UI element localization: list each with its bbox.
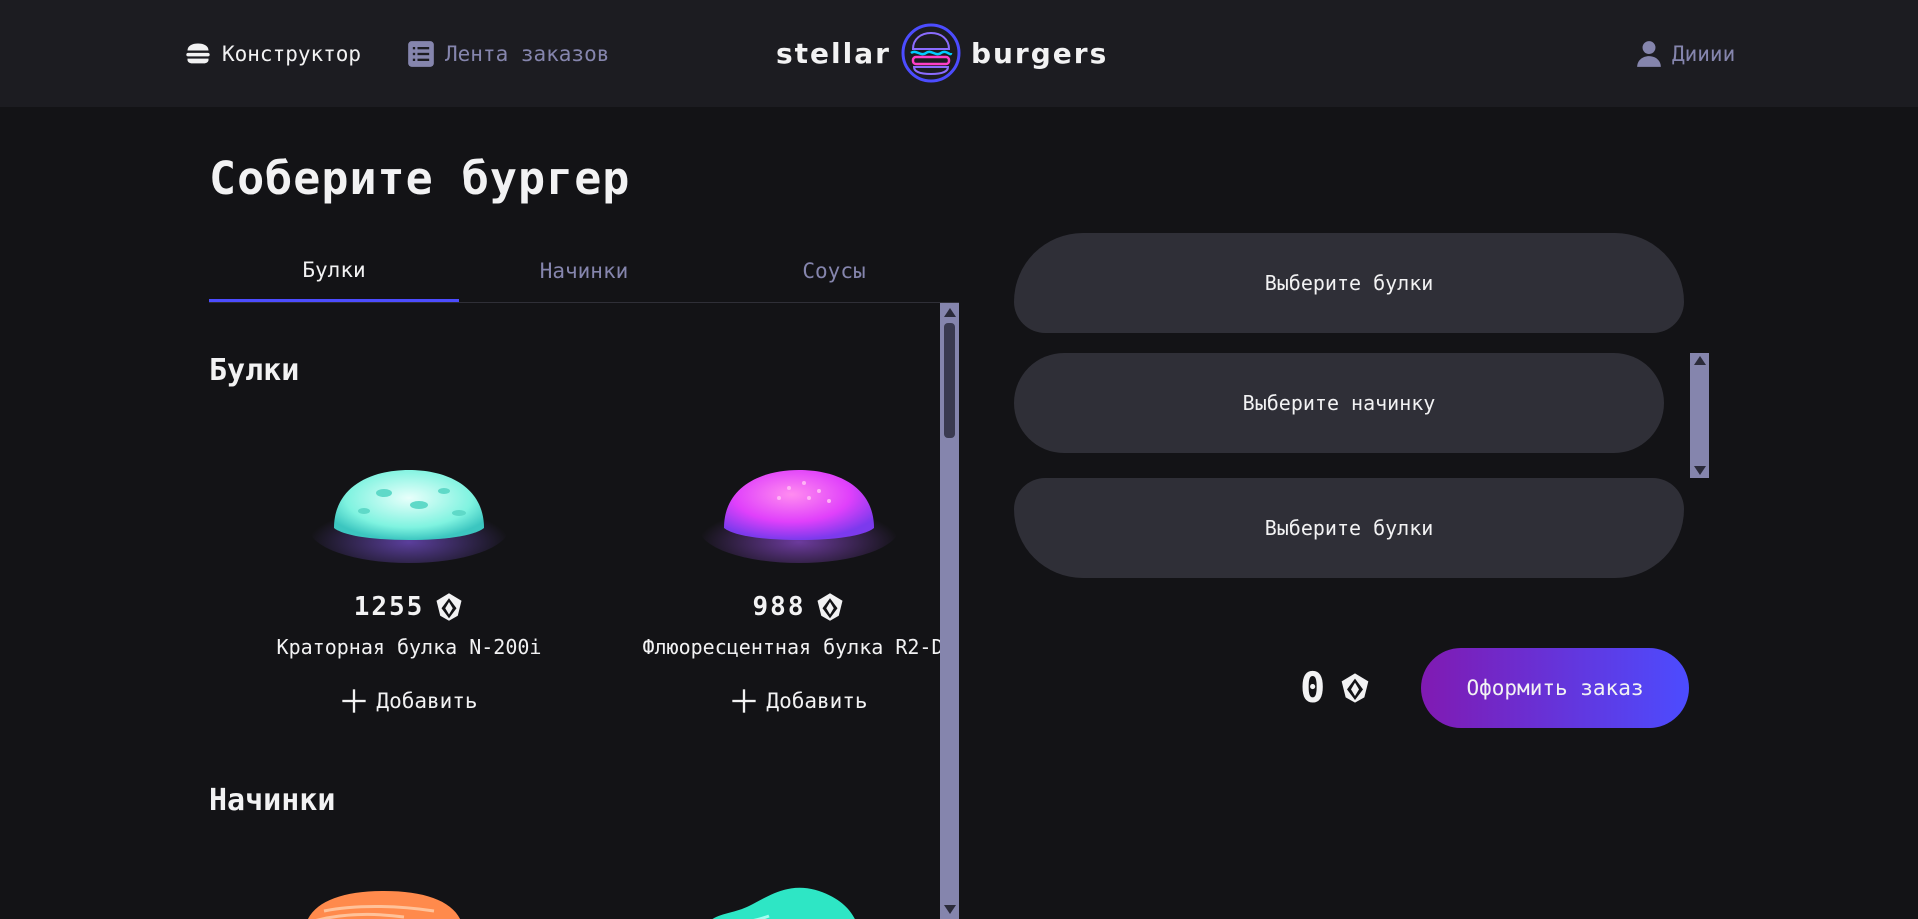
constructor-filling-slot[interactable]: Выберите начинку bbox=[1014, 353, 1664, 453]
logo-burger-icon bbox=[901, 23, 961, 83]
nav-feed-label: Лента заказов bbox=[445, 41, 610, 66]
ingredient-name: Флюоресцентная булка R2-D3 bbox=[642, 635, 956, 659]
nav-profile[interactable]: Дииии bbox=[1636, 0, 1735, 107]
scroll-down-arrow[interactable] bbox=[944, 905, 956, 914]
scroll-up-arrow[interactable] bbox=[944, 308, 956, 317]
app-header: Конструктор Лента заказов stellar burger… bbox=[0, 0, 1918, 107]
plus-icon bbox=[732, 689, 757, 713]
add-label: Добавить bbox=[766, 689, 868, 713]
list-icon bbox=[408, 40, 434, 67]
section-title-buns: Булки bbox=[209, 353, 300, 388]
burger-icon bbox=[186, 43, 210, 63]
ingredient-card[interactable]: 988 Флюоресцентная булка R2-D3 Добавить bbox=[629, 443, 959, 743]
logo-text-left: stellar bbox=[776, 36, 891, 70]
ingredient-name: Краторная булка N-200i bbox=[276, 635, 542, 659]
nav-orders-feed[interactable]: Лента заказов bbox=[407, 0, 609, 107]
ingredient-tabs: Булки Начинки Соусы bbox=[209, 240, 959, 303]
ingredient-card[interactable]: 1255 Краторная булка N-200i Добавить bbox=[239, 443, 579, 743]
currency-icon bbox=[436, 593, 462, 621]
add-ingredient-button[interactable]: Добавить bbox=[239, 687, 579, 715]
logo-text-right: burgers bbox=[970, 36, 1109, 70]
scroll-down-arrow[interactable] bbox=[1694, 466, 1706, 475]
crater-bun-image bbox=[309, 470, 509, 563]
ingredient-price: 988 bbox=[629, 592, 959, 622]
ingredients-list: Булки 1255 Краторная булка N-200i Добави… bbox=[209, 303, 959, 919]
add-ingredient-button[interactable]: Добавить bbox=[629, 687, 959, 715]
constructor-top-bun-slot[interactable]: Выберите булки bbox=[1014, 233, 1684, 333]
nav-constructor[interactable]: Конструктор bbox=[184, 0, 361, 107]
plus-icon bbox=[342, 689, 367, 713]
nav-constructor-label: Конструктор bbox=[222, 41, 362, 66]
currency-icon bbox=[817, 593, 843, 621]
tab-buns[interactable]: Булки bbox=[209, 240, 459, 302]
place-order-button[interactable]: Оформить заказ bbox=[1421, 648, 1689, 728]
section-title-fillings: Начинки bbox=[209, 783, 336, 818]
logo[interactable]: stellar burgers bbox=[776, 22, 1140, 84]
ingredients-scrollbar[interactable] bbox=[940, 303, 959, 919]
total-value: 0 bbox=[1300, 663, 1326, 712]
filling-image bbox=[712, 887, 855, 919]
profile-icon bbox=[1637, 40, 1661, 67]
scroll-thumb[interactable] bbox=[944, 323, 955, 438]
fillings-scrollbar[interactable] bbox=[1690, 353, 1709, 478]
filling-image bbox=[308, 891, 460, 919]
ingredient-price: 1255 bbox=[239, 592, 579, 622]
page-title: Соберите бургер bbox=[209, 152, 631, 205]
nav-profile-label: Дииии bbox=[1672, 41, 1736, 66]
price-value: 988 bbox=[752, 592, 806, 622]
currency-icon bbox=[1341, 672, 1369, 703]
scroll-up-arrow[interactable] bbox=[1694, 356, 1706, 365]
add-label: Добавить bbox=[376, 689, 478, 713]
constructor-bottom-bun-slot[interactable]: Выберите булки bbox=[1014, 478, 1684, 578]
price-value: 1255 bbox=[353, 592, 425, 622]
tab-sauces[interactable]: Соусы bbox=[709, 240, 959, 302]
tab-fillings[interactable]: Начинки bbox=[459, 240, 709, 302]
order-total: 0 bbox=[1300, 663, 1371, 712]
fluorescent-bun-image bbox=[699, 470, 899, 563]
